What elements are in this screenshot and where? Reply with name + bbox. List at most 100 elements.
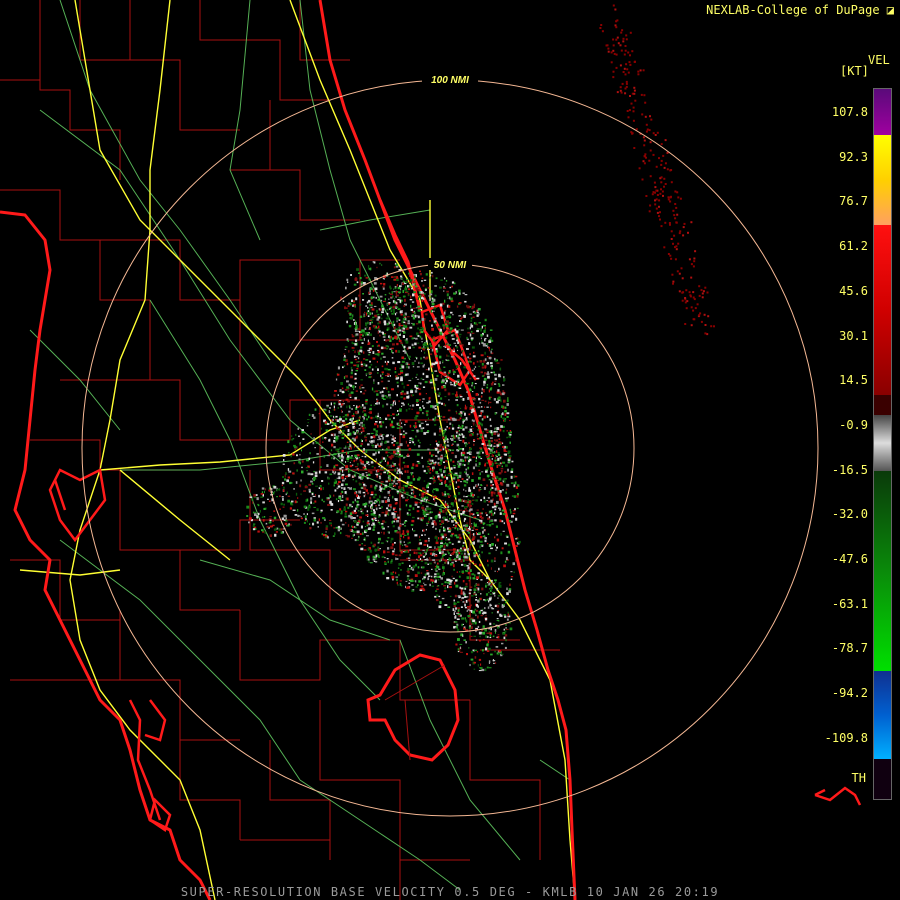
- echo-pixel: [438, 393, 441, 396]
- echo-pixel: [394, 476, 396, 478]
- echo-pixel: [400, 370, 404, 372]
- echo-pixel: [487, 467, 489, 470]
- echo-pixel: [430, 274, 432, 277]
- echo-pixel: [396, 531, 400, 534]
- echo-pixel: [366, 372, 368, 375]
- echo-pixel: [329, 495, 332, 498]
- echo-pixel: [456, 612, 459, 614]
- echo-pixel: [448, 473, 451, 475]
- echo-pixel: [381, 390, 384, 393]
- echo-pixel: [439, 369, 442, 372]
- echo-pixel: [443, 548, 446, 550]
- echo-pixel: [693, 260, 696, 263]
- echo-pixel: [377, 439, 379, 441]
- echo-pixel: [462, 541, 465, 544]
- echo-pixel: [514, 508, 516, 511]
- echo-pixel: [272, 519, 274, 522]
- echo-pixel: [350, 487, 352, 490]
- echo-pixel: [464, 596, 467, 598]
- echo-pixel: [318, 470, 321, 474]
- echo-pixel: [385, 457, 387, 461]
- echo-pixel: [466, 522, 469, 524]
- echo-pixel: [612, 76, 615, 79]
- echo-pixel: [506, 430, 508, 432]
- echo-pixel: [369, 496, 372, 500]
- echo-pixel: [632, 106, 635, 109]
- echo-pixel: [384, 514, 387, 517]
- echo-pixel: [512, 510, 516, 512]
- echo-pixel: [451, 543, 454, 545]
- echo-pixel: [275, 531, 278, 533]
- echo-pixel: [398, 413, 400, 415]
- echo-pixel: [482, 535, 486, 538]
- echo-pixel: [472, 456, 476, 458]
- echo-pixel: [692, 291, 695, 294]
- echo-pixel: [268, 500, 271, 502]
- echo-pixel: [341, 495, 344, 498]
- echo-pixel: [314, 408, 317, 411]
- echo-pixel: [354, 322, 357, 326]
- echo-pixel: [446, 476, 449, 480]
- echo-pixel: [486, 632, 490, 634]
- echo-pixel: [381, 491, 383, 493]
- echo-pixel: [488, 667, 492, 669]
- echo-pixel: [495, 544, 496, 547]
- echo-pixel: [382, 287, 385, 290]
- echo-pixel: [438, 344, 440, 347]
- echo-pixel: [382, 286, 385, 288]
- echo-pixel: [350, 316, 353, 320]
- echo-pixel: [329, 407, 331, 409]
- echo-pixel: [313, 437, 315, 440]
- echo-pixel: [411, 343, 414, 347]
- echo-pixel: [452, 424, 454, 427]
- echo-pixel: [696, 303, 699, 306]
- echo-pixel: [422, 487, 425, 490]
- echo-pixel: [412, 283, 415, 286]
- echo-pixel: [328, 482, 330, 485]
- echo-pixel: [411, 467, 414, 469]
- echo-pixel: [395, 576, 399, 578]
- echo-pixel: [482, 530, 484, 534]
- echo-pixel: [394, 502, 397, 505]
- echo-pixel: [505, 464, 508, 467]
- echo-pixel: [700, 289, 703, 292]
- echo-pixel: [430, 405, 433, 408]
- echo-pixel: [425, 287, 427, 290]
- echo-pixel: [353, 355, 356, 358]
- echo-pixel: [397, 492, 399, 495]
- echo-pixel: [690, 263, 693, 266]
- echo-pixel: [431, 371, 434, 375]
- echo-pixel: [456, 411, 458, 415]
- echo-pixel: [405, 580, 408, 582]
- echo-pixel: [460, 606, 463, 608]
- echo-pixel: [463, 519, 465, 522]
- echo-pixel: [351, 505, 353, 508]
- echo-pixel: [445, 325, 449, 328]
- echo-pixel: [458, 509, 461, 512]
- echo-pixel: [503, 628, 505, 631]
- echo-pixel: [449, 495, 452, 497]
- echo-pixel: [434, 294, 437, 297]
- echo-pixel: [310, 433, 312, 435]
- echo-pixel: [515, 558, 517, 562]
- echo-pixel: [380, 542, 384, 544]
- echo-pixel: [504, 410, 507, 413]
- echo-pixel: [420, 429, 423, 433]
- echo-pixel: [497, 492, 500, 495]
- echo-pixel: [431, 302, 435, 306]
- echo-pixel: [376, 498, 380, 502]
- echo-pixel: [354, 527, 357, 529]
- echo-pixel: [339, 420, 341, 424]
- echo-pixel: [452, 314, 454, 316]
- echo-pixel: [475, 639, 478, 641]
- echo-pixel: [500, 399, 502, 403]
- echo-pixel: [474, 608, 477, 611]
- echo-pixel: [458, 387, 462, 389]
- echo-pixel: [475, 614, 477, 617]
- echo-pixel: [290, 435, 293, 437]
- echo-pixel: [378, 489, 380, 491]
- echo-pixel: [346, 362, 349, 366]
- echo-pixel: [346, 380, 349, 383]
- echo-pixel: [490, 450, 492, 452]
- echo-pixel: [253, 523, 256, 525]
